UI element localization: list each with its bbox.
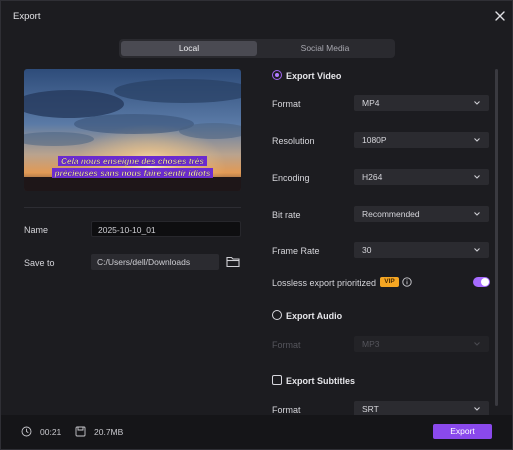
chevron-down-icon — [474, 175, 480, 179]
subtitle-format-label: Format — [272, 405, 301, 415]
name-label: Name — [24, 225, 49, 235]
bitrate-value: Recommended — [362, 209, 420, 219]
encoding-dropdown[interactable]: H264 — [354, 169, 489, 185]
chevron-down-icon — [474, 342, 480, 346]
file-size-icon — [75, 426, 86, 437]
audio-format-dropdown[interactable]: MP3 — [354, 336, 489, 352]
caption-line-2: précieuses sans nous faire sentir idiots — [51, 168, 214, 178]
export-subtitles-checkbox[interactable] — [272, 375, 282, 385]
export-dialog: Export Local Social Media Cela nous ense… — [0, 0, 513, 450]
subtitle-caption: Cela nous enseigne des choses très préci… — [24, 155, 241, 179]
tab-local[interactable]: Local — [121, 41, 257, 56]
settings-scrollbar[interactable] — [495, 69, 498, 406]
chevron-down-icon — [474, 212, 480, 216]
file-size-text: 20.7MB — [94, 427, 124, 437]
folder-icon[interactable] — [226, 255, 240, 268]
frame-rate-dropdown[interactable]: 30 — [354, 242, 489, 258]
frame-rate-label: Frame Rate — [272, 246, 320, 256]
chevron-down-icon — [474, 248, 480, 252]
resolution-value: 1080P — [362, 135, 387, 145]
encoding-value: H264 — [362, 172, 383, 182]
export-audio-label: Export Audio — [286, 311, 343, 321]
close-icon[interactable] — [493, 9, 507, 23]
frame-rate-value: 30 — [362, 245, 372, 255]
export-button[interactable]: Export — [433, 424, 492, 439]
video-preview: Cela nous enseigne des choses très préci… — [24, 69, 241, 191]
format-dropdown[interactable]: MP4 — [354, 95, 489, 111]
lossless-toggle[interactable] — [473, 277, 490, 287]
duration-text: 00:21 — [40, 427, 62, 437]
resolution-label: Resolution — [272, 136, 315, 146]
chevron-down-icon — [474, 138, 480, 142]
vip-badge: VIP — [380, 277, 399, 287]
format-value: MP4 — [362, 98, 380, 108]
chevron-down-icon — [474, 407, 480, 411]
divider — [24, 207, 241, 208]
bitrate-dropdown[interactable]: Recommended — [354, 206, 489, 222]
file-name-input[interactable]: 2025-10-10_01 — [91, 221, 241, 237]
bitrate-label: Bit rate — [272, 210, 301, 220]
resolution-dropdown[interactable]: 1080P — [354, 132, 489, 148]
audio-format-value: MP3 — [362, 339, 380, 349]
format-label: Format — [272, 99, 301, 109]
lossless-label: Lossless export prioritized — [272, 278, 377, 288]
export-video-label: Export Video — [286, 71, 342, 81]
export-subtitles-label: Export Subtitles — [286, 376, 356, 386]
save-path-field[interactable]: C:/Users/dell/Downloads — [91, 254, 219, 270]
export-audio-radio[interactable] — [272, 310, 282, 320]
dialog-title: Export — [13, 11, 41, 22]
chevron-down-icon — [474, 101, 480, 105]
clock-icon — [21, 426, 32, 437]
export-target-tabs: Local Social Media — [119, 39, 395, 58]
audio-format-label: Format — [272, 340, 301, 350]
info-icon[interactable] — [402, 277, 412, 287]
encoding-label: Encoding — [272, 173, 310, 183]
save-to-label: Save to — [24, 258, 55, 268]
tab-social-media[interactable]: Social Media — [257, 41, 393, 56]
title-bar: Export — [1, 1, 512, 31]
caption-line-1: Cela nous enseigne des choses très — [58, 156, 207, 166]
export-video-radio[interactable] — [272, 70, 282, 80]
